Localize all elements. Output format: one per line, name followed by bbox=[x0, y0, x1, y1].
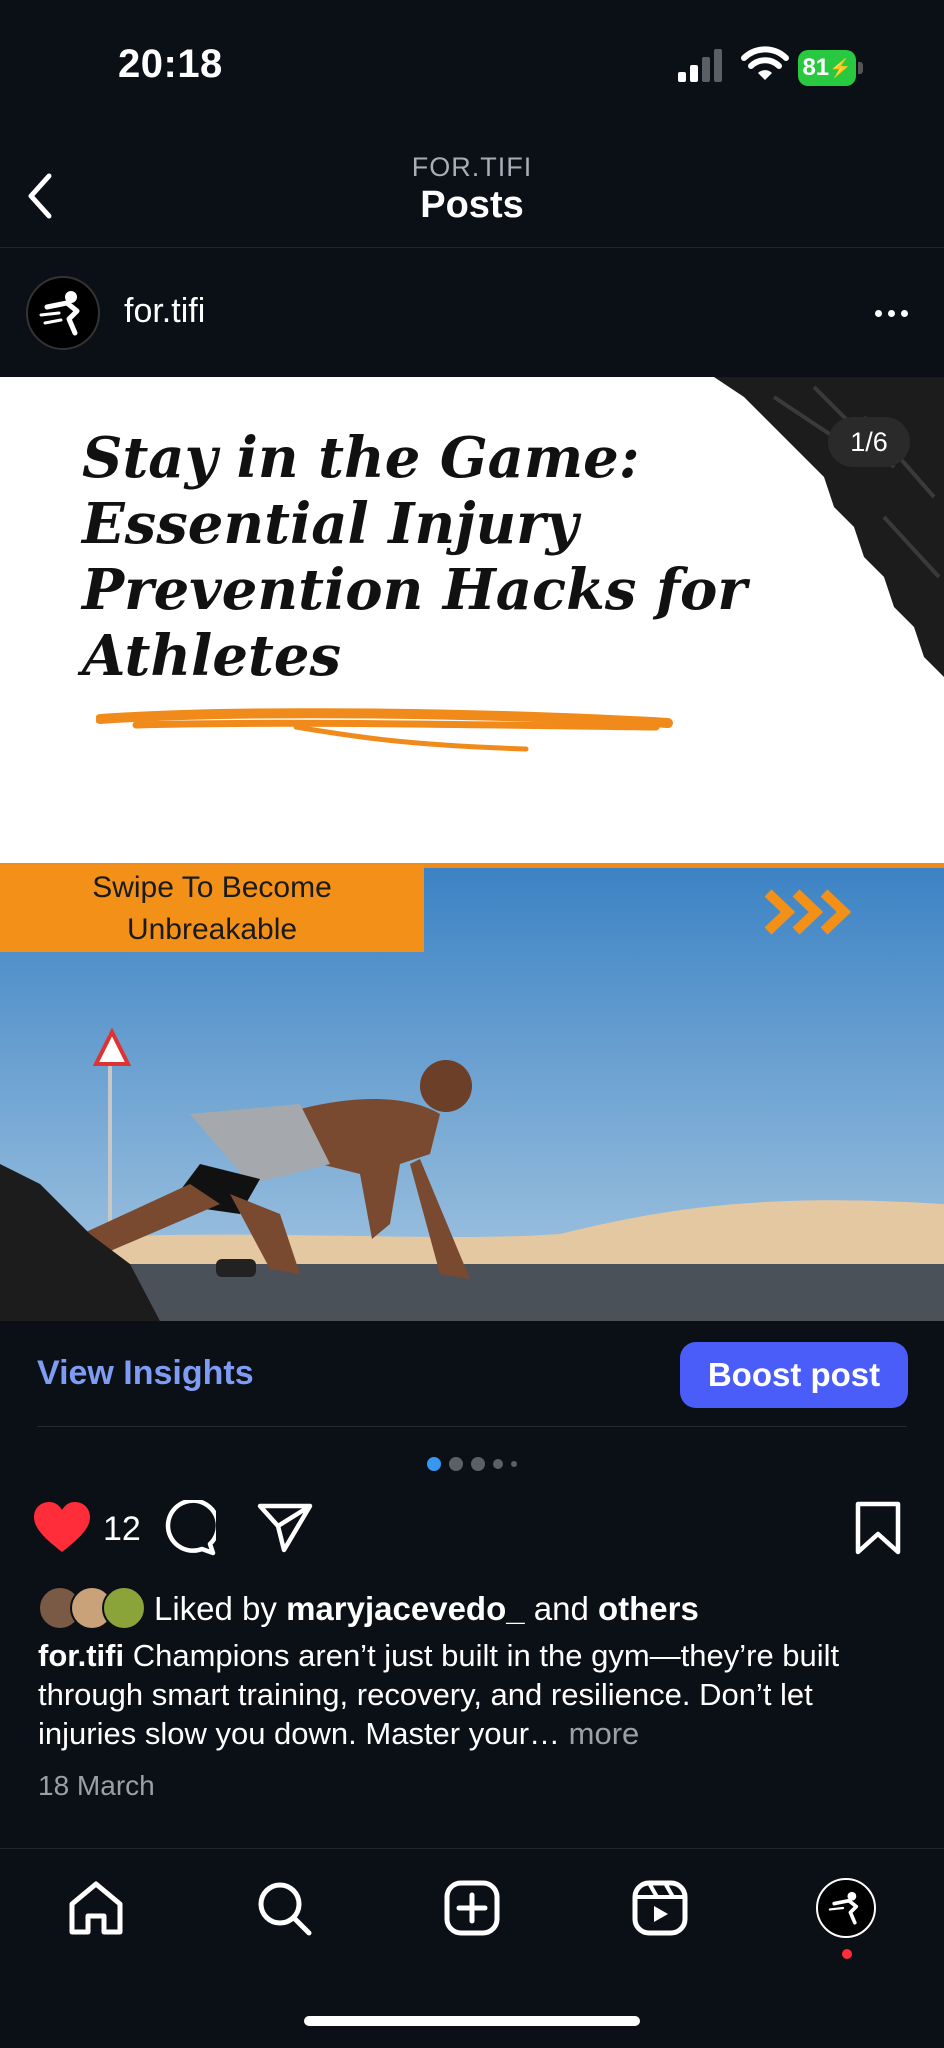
status-time: 20:18 bbox=[118, 42, 223, 86]
ellipsis-icon-dot bbox=[887, 309, 895, 317]
boost-post-button[interactable]: Boost post bbox=[680, 1342, 908, 1408]
liked-by-and: and bbox=[524, 1590, 598, 1627]
post-caption: for.tifi Champions aren’t just built in … bbox=[38, 1636, 918, 1753]
nav-home[interactable] bbox=[64, 1876, 128, 1940]
search-icon bbox=[258, 1882, 312, 1936]
nav-profile[interactable] bbox=[814, 1876, 878, 1940]
bookmark-icon[interactable] bbox=[854, 1500, 902, 1556]
carousel-dot bbox=[449, 1457, 463, 1471]
slide-title-line: Stay in the Game: bbox=[82, 425, 640, 491]
nav-reels[interactable] bbox=[628, 1876, 692, 1940]
charging-bolt-icon: ⚡ bbox=[829, 57, 852, 78]
actions-divider bbox=[37, 1426, 907, 1427]
liked-by-text[interactable]: Liked by maryjacevedo_ and others bbox=[154, 1590, 699, 1628]
profile-avatar bbox=[816, 1878, 876, 1938]
like-count[interactable]: 12 bbox=[103, 1510, 141, 1549]
comment-icon[interactable] bbox=[160, 1500, 216, 1556]
wifi-icon bbox=[741, 46, 789, 80]
post-username[interactable]: for.tifi bbox=[124, 292, 205, 331]
ellipsis-icon-dot bbox=[900, 309, 908, 317]
post-author-avatar[interactable] bbox=[26, 276, 100, 350]
carousel-dots bbox=[0, 1456, 944, 1472]
triple-chevron-right-icon bbox=[764, 889, 852, 935]
liked-by-others[interactable]: others bbox=[598, 1590, 699, 1627]
nav-divider bbox=[0, 1848, 944, 1849]
battery-indicator: 81 ⚡ bbox=[798, 50, 864, 86]
liker-avatar bbox=[102, 1586, 146, 1630]
page-title: Posts bbox=[420, 184, 524, 226]
view-insights-link[interactable]: View Insights bbox=[37, 1354, 254, 1393]
nav-create[interactable] bbox=[440, 1876, 504, 1940]
ellipsis-icon-dot bbox=[874, 309, 882, 317]
reels-icon bbox=[632, 1880, 688, 1936]
nav-search[interactable] bbox=[252, 1876, 316, 1940]
carousel-dot bbox=[493, 1459, 503, 1469]
paper-plane-icon[interactable] bbox=[256, 1502, 314, 1554]
slide-title-line: Athletes bbox=[82, 623, 341, 689]
create-icon bbox=[444, 1880, 500, 1936]
cellular-signal-icon bbox=[678, 49, 722, 82]
caption-text: Champions aren’t just built in the gym—t… bbox=[38, 1638, 840, 1751]
runner-logo-icon bbox=[828, 1891, 859, 1925]
carousel-counter: 1/6 bbox=[828, 417, 910, 467]
battery-cap bbox=[858, 62, 863, 74]
orange-brush-underline bbox=[96, 708, 673, 752]
post-carousel-image[interactable]: 1/6 Stay in the Game: Essential Injury P… bbox=[0, 377, 944, 1321]
swipe-text-line: Swipe To Become bbox=[92, 871, 332, 904]
home-icon bbox=[69, 1881, 123, 1935]
liked-by-prefix: Liked by bbox=[154, 1590, 287, 1627]
post-date: 18 March bbox=[38, 1770, 155, 1801]
more-options-button[interactable] bbox=[866, 296, 916, 330]
slide-title: Stay in the Game: Essential Injury Preve… bbox=[82, 425, 802, 689]
notification-dot bbox=[842, 1949, 852, 1959]
carousel-dot-active bbox=[427, 1457, 441, 1471]
swipe-text-line: Unbreakable bbox=[126, 913, 298, 946]
caption-username[interactable]: for.tifi bbox=[38, 1638, 124, 1673]
heart-icon[interactable] bbox=[32, 1500, 92, 1556]
runner-logo-icon bbox=[39, 291, 80, 336]
carousel-dot bbox=[511, 1461, 517, 1467]
carousel-dot bbox=[471, 1457, 485, 1471]
battery-percent: 81 bbox=[802, 54, 830, 81]
slide-title-line: Prevention Hacks for bbox=[82, 557, 747, 623]
slide-title-line: Essential Injury bbox=[82, 491, 579, 557]
caption-more-link[interactable]: more bbox=[560, 1716, 640, 1751]
header-divider bbox=[0, 247, 944, 248]
swipe-banner: Swipe To Become Unbreakable bbox=[0, 865, 424, 952]
liked-by-username[interactable]: maryjacevedo_ bbox=[286, 1590, 525, 1627]
account-name-header: FOR.TIFI bbox=[411, 152, 533, 182]
liker-avatars[interactable] bbox=[38, 1586, 148, 1630]
home-indicator[interactable] bbox=[304, 2016, 640, 2026]
battery-level: 81 ⚡ bbox=[798, 50, 856, 86]
